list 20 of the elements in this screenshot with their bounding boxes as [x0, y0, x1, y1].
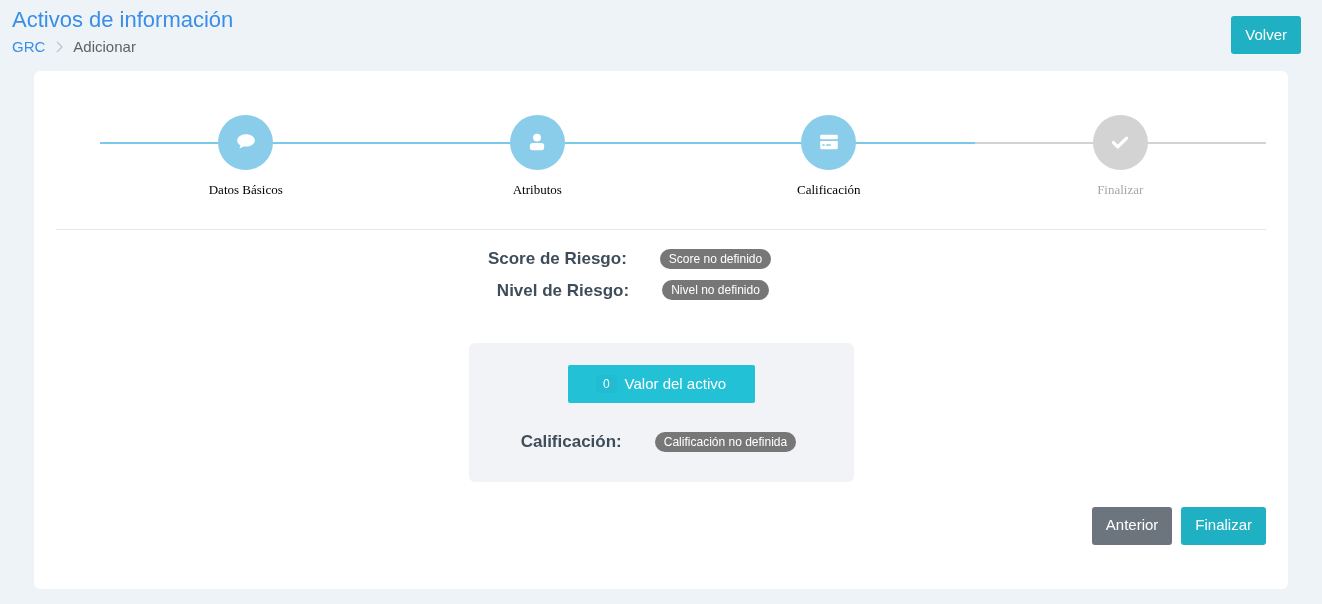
button-label: Valor del activo — [624, 373, 727, 394]
step-label: Datos Básicos — [208, 180, 283, 199]
page-title: Activos de información — [12, 6, 234, 34]
risk-label: Score de Riesgo: — [486, 248, 627, 270]
risk-status: Nivel no definido — [662, 280, 769, 301]
previous-button[interactable]: Anterior — [1091, 506, 1173, 545]
risk-status: Score no definido — [659, 248, 772, 269]
step-label: Atributos — [512, 180, 562, 199]
asset-value-button[interactable]: 0 Valor del activo — [567, 365, 755, 403]
breadcrumb-link[interactable]: GRC — [12, 36, 46, 59]
risk-label: Nivel de Riesgo: — [495, 279, 630, 302]
finish-button[interactable]: Finalizar — [1181, 506, 1266, 545]
step-label: Finalizar — [1097, 180, 1144, 199]
rating-label: Calificación: — [519, 431, 622, 453]
rating-status: Calificación no definida — [654, 431, 797, 452]
breadcrumb-current: Adicionar — [73, 37, 136, 57]
count-badge: 0 — [595, 375, 617, 393]
step-label: Calificación — [797, 180, 861, 199]
back-button[interactable]: Volver — [1231, 16, 1301, 54]
chevron-icon — [55, 41, 64, 54]
